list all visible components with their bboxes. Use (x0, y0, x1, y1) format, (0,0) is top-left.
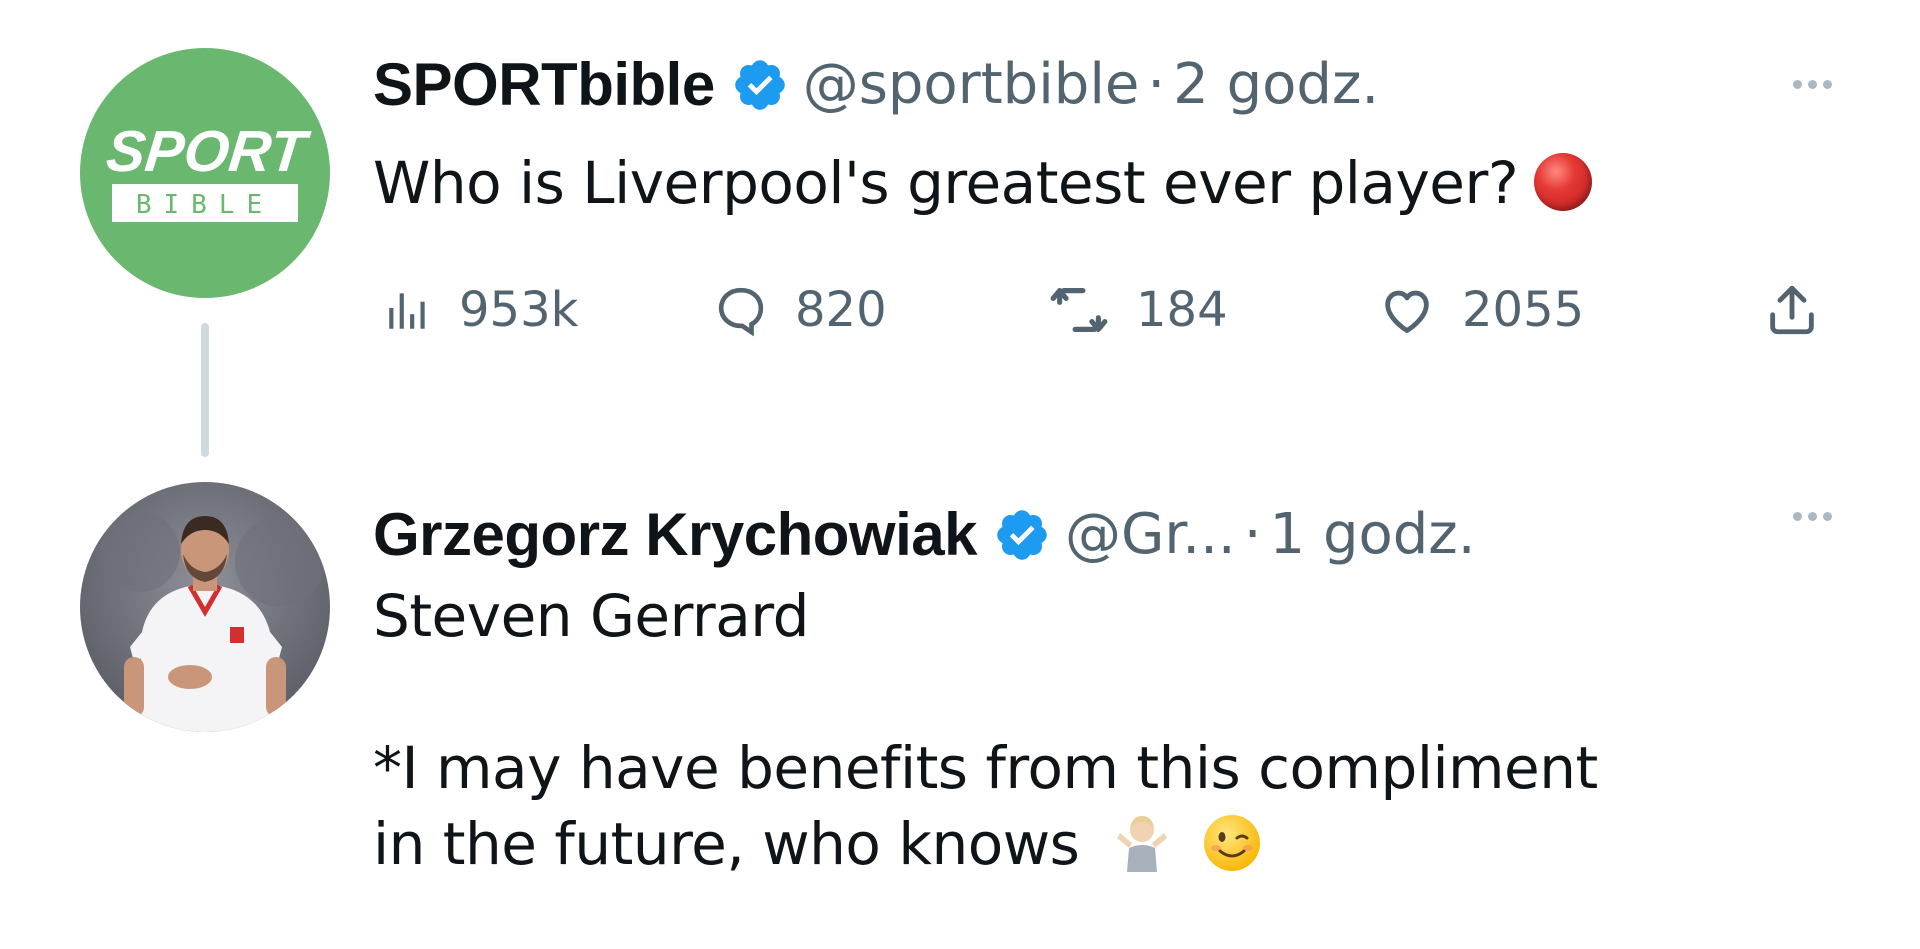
share-button[interactable] (1763, 270, 1821, 350)
author-handle[interactable]: @Gr... (1065, 507, 1236, 563)
red-circle-emoji-icon (1534, 153, 1593, 211)
tweet-header: Grzegorz Krychowiak @Gr... · 1 godz. (373, 490, 1476, 580)
verified-badge-icon (993, 506, 1051, 564)
tweet-text-content: Who is Liverpool's greatest ever player? (373, 149, 1519, 217)
more-options-icon[interactable] (1793, 512, 1832, 521)
svg-text:SPORT: SPORT (103, 119, 313, 184)
more-options-icon[interactable] (1793, 80, 1832, 89)
views-button[interactable]: 953k (383, 270, 578, 350)
thread-connector-line (201, 323, 209, 457)
separator-dot: · (1243, 502, 1262, 567)
likes-count: 2055 (1462, 282, 1585, 338)
replies-count: 820 (795, 282, 887, 338)
tweet-text-line: *I may have benefits from this complimen… (373, 734, 1598, 802)
timestamp[interactable]: 1 godz. (1270, 507, 1476, 563)
author-name[interactable]: Grzegorz Krychowiak (373, 505, 978, 565)
separator-dot: · (1147, 52, 1166, 117)
author-name[interactable]: SPORTbible (373, 55, 715, 115)
tweet-text-line: in the future, who knows (373, 806, 1598, 892)
timestamp[interactable]: 2 godz. (1173, 57, 1379, 113)
svg-text:BIBLE: BIBLE (136, 190, 274, 220)
tweet-text: Steven Gerrard *I may have benefits from… (373, 578, 1598, 892)
avatar[interactable] (80, 482, 330, 732)
tweet-text: Who is Liverpool's greatest ever player? (373, 145, 1593, 221)
like-button[interactable]: 2055 (1378, 270, 1584, 350)
tweet-text-line: Steven Gerrard (373, 582, 809, 650)
retweet-icon (1050, 288, 1108, 332)
avatar[interactable]: SPORT BIBLE (80, 48, 330, 298)
tweet-sportbible[interactable]: SPORT BIBLE SPORTbible @sportbible · 2 g… (0, 0, 1920, 380)
retweet-button[interactable]: 184 (1048, 270, 1228, 350)
profile-photo-icon (80, 482, 330, 732)
person-shrugging-emoji-icon (1111, 812, 1173, 892)
tweet-header: SPORTbible @sportbible · 2 godz. (373, 40, 1379, 130)
reply-icon (718, 287, 764, 337)
views-count: 953k (459, 282, 579, 338)
author-handle[interactable]: @sportbible (803, 57, 1140, 113)
reply-button[interactable]: 820 (713, 270, 887, 350)
winking-face-emoji-icon (1201, 812, 1263, 892)
analytics-icon (389, 293, 425, 329)
tweet-text-content: in the future, who knows (373, 810, 1080, 878)
sportbible-logo-icon: SPORT BIBLE (80, 48, 330, 298)
heart-icon (1385, 290, 1429, 333)
share-icon (1770, 285, 1814, 335)
tweet-krychowiak[interactable]: Grzegorz Krychowiak @Gr... · 1 godz. Ste… (0, 460, 1920, 949)
verified-badge-icon (731, 56, 789, 114)
retweets-count: 184 (1136, 282, 1228, 338)
tweet-actions: 953k 820 184 2055 (373, 270, 1843, 350)
